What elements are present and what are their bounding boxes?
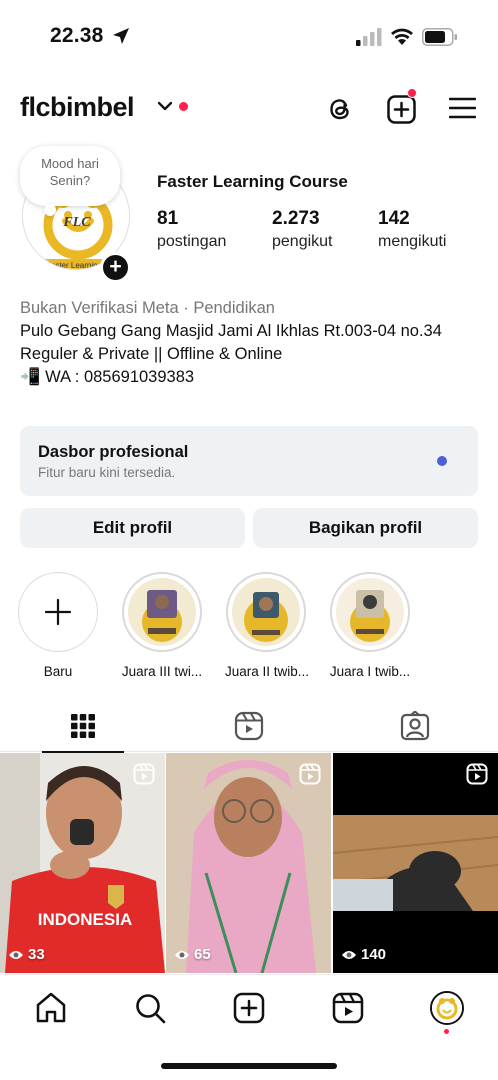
- post-image: INDONESIA: [0, 753, 165, 973]
- view-count-value: 65: [194, 946, 211, 963]
- profile-header: flcbimbel: [0, 86, 498, 130]
- search-icon[interactable]: [133, 991, 167, 1025]
- tab-tagged[interactable]: [332, 700, 498, 752]
- posts-grid: INDONESIA 33 65 140: [0, 753, 498, 973]
- view-count-value: 140: [361, 946, 387, 963]
- dashboard-title: Dasbor profesional: [38, 443, 189, 461]
- tab-posts-grid[interactable]: [0, 700, 166, 753]
- reels-icon: [234, 711, 264, 741]
- menu-icon[interactable]: [449, 96, 476, 120]
- post-image: [333, 753, 498, 973]
- stat-followers-count: 2.273: [272, 208, 320, 229]
- dashboard-subtitle: Fitur baru kini tersedia.: [38, 465, 176, 480]
- profile-notification-dot: [444, 1029, 449, 1034]
- grid-icon: [71, 714, 95, 738]
- tagged-icon: [400, 711, 430, 741]
- home-icon[interactable]: [34, 991, 68, 1025]
- reel-badge-icon: [133, 763, 155, 785]
- post-thumbnail[interactable]: 65: [166, 753, 331, 973]
- note-bubble[interactable]: Mood hari Senin?: [20, 146, 120, 206]
- view-count-value: 33: [28, 946, 45, 963]
- home-indicator: [161, 1063, 337, 1069]
- new-post-notification-dot: [407, 88, 417, 98]
- battery-icon: [422, 28, 457, 46]
- plus-icon: [44, 598, 72, 626]
- highlight-label: Juara III twi...: [121, 664, 203, 679]
- eye-icon: [175, 950, 189, 959]
- bio-address: Pulo Gebang Gang Masjid Jami Al Ikhlas R…: [20, 322, 442, 340]
- location-arrow-icon: [113, 28, 129, 44]
- status-time: 22.38: [50, 24, 104, 47]
- username-switcher[interactable]: flcbimbel: [20, 92, 135, 123]
- view-count: 140: [341, 946, 386, 963]
- eye-icon: [9, 950, 23, 959]
- professional-dashboard-card[interactable]: Dasbor profesional Fitur baru kini terse…: [20, 426, 478, 496]
- stat-followers[interactable]: 2.273 pengikut: [272, 208, 333, 251]
- chevron-down-icon[interactable]: [157, 100, 173, 112]
- create-icon[interactable]: [232, 991, 266, 1025]
- stat-following-label: mengikuti: [378, 233, 447, 250]
- highlight-juara-1[interactable]: Juara I twib...: [329, 572, 411, 679]
- edit-profile-button[interactable]: Edit profil: [20, 508, 245, 548]
- flc-logo-small: [432, 993, 462, 1023]
- highlight-label: Juara II twib...: [225, 664, 310, 679]
- profile-tabs: [0, 700, 498, 753]
- highlight-juara-2[interactable]: Juara II twib...: [225, 572, 310, 679]
- note-bubble-tail: [44, 204, 56, 216]
- profile-bio: Bukan Verifikasi Meta · Pendidikan Pulo …: [20, 297, 480, 389]
- highlight-cover: [336, 578, 404, 646]
- highlight-label: Juara I twib...: [329, 664, 411, 679]
- share-profile-button[interactable]: Bagikan profil: [253, 508, 478, 548]
- stat-posts-label: postingan: [157, 233, 227, 250]
- stat-posts[interactable]: 81 postingan: [157, 208, 226, 251]
- reel-badge-icon: [299, 763, 321, 785]
- stat-following-count: 142: [378, 208, 410, 229]
- highlight-label: Baru: [43, 664, 73, 679]
- profile-avatar[interactable]: [430, 991, 464, 1025]
- account-notification-dot: [179, 102, 188, 111]
- svg-text:FLC: FLC: [62, 215, 91, 230]
- highlight-cover: [128, 578, 196, 646]
- threads-icon[interactable]: [325, 94, 355, 124]
- bio-category: Bukan Verifikasi Meta · Pendidikan: [20, 299, 275, 317]
- status-bar: 22.38: [0, 0, 498, 72]
- dashboard-new-dot: [437, 456, 447, 466]
- highlight-cover: [232, 578, 300, 646]
- bio-contact: 📲 WA : 085691039383: [20, 368, 195, 386]
- eye-icon: [342, 950, 356, 959]
- view-count: 65: [174, 946, 211, 963]
- add-story-button[interactable]: +: [100, 252, 131, 283]
- post-thumbnail[interactable]: INDONESIA 33: [0, 753, 165, 973]
- signal-icon: [356, 28, 382, 46]
- svg-text:INDONESIA: INDONESIA: [38, 910, 132, 929]
- profile-full-name: Faster Learning Course: [157, 172, 348, 191]
- tab-reels[interactable]: [166, 700, 332, 752]
- wifi-icon: [391, 28, 413, 45]
- post-thumbnail[interactable]: 140: [333, 753, 498, 973]
- post-image: [166, 753, 331, 973]
- stat-following[interactable]: 142 mengikuti: [378, 208, 446, 251]
- view-count: 33: [8, 946, 45, 963]
- reels-icon[interactable]: [331, 991, 365, 1025]
- stat-posts-count: 81: [157, 208, 179, 229]
- highlight-juara-3[interactable]: Juara III twi...: [121, 572, 203, 679]
- highlight-new[interactable]: Baru: [17, 572, 99, 679]
- bio-tagline: Reguler & Private || Offline & Online: [20, 345, 283, 363]
- stat-followers-label: pengikut: [272, 233, 333, 250]
- reel-badge-icon: [466, 763, 488, 785]
